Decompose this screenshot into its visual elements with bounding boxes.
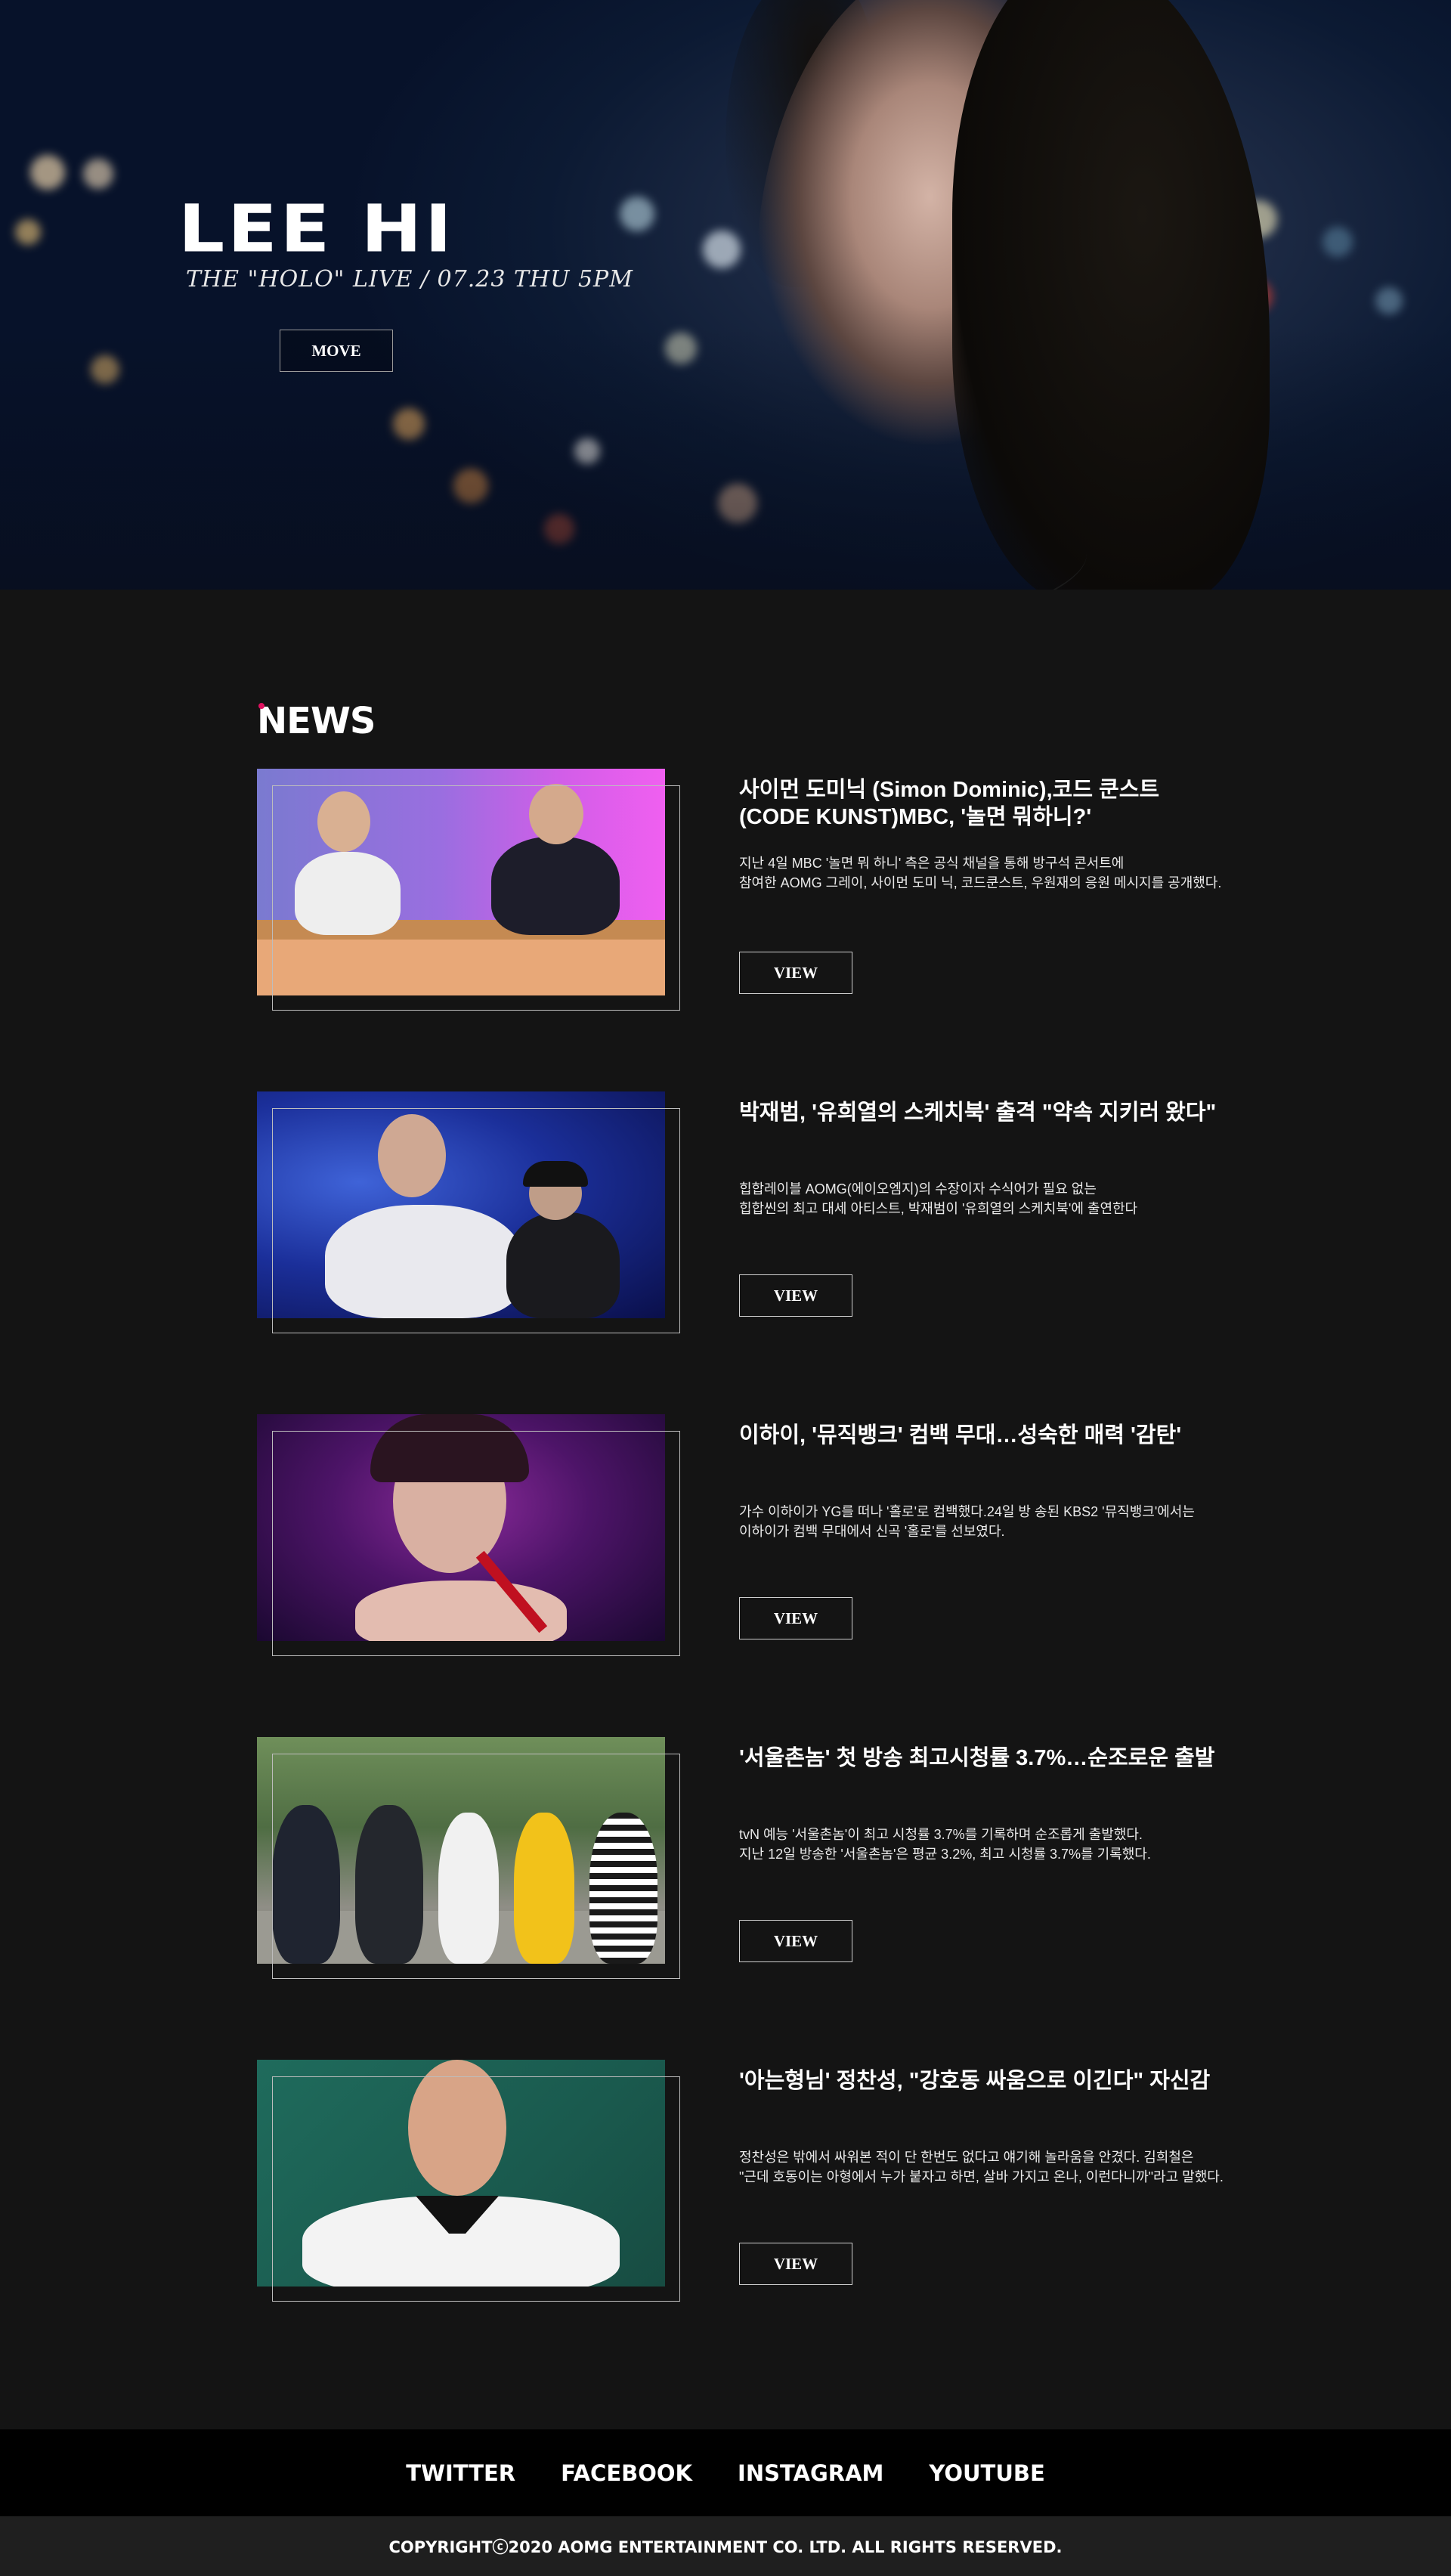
news-item-description: 정찬성은 밖에서 싸워본 적이 단 한번도 없다고 얘기해 놀라움을 안겼다. … — [739, 2147, 1268, 2187]
bokeh-light — [703, 231, 741, 268]
bokeh-light — [15, 219, 41, 245]
person-shape — [355, 1805, 423, 1964]
news-item: 사이먼 도미닉 (Simon Dominic),코드 쿤스트 (CODE KUN… — [257, 769, 1239, 1011]
news-item: '서울촌놈' 첫 방송 최고시청률 3.7%…순조로운 출발 tvN 예능 '서… — [257, 1737, 1239, 1979]
accent-dot — [258, 703, 265, 709]
copyright-text: COPYRIGHTⓒ2020 AOMG ENTERTAINMENT CO. LT… — [0, 2516, 1451, 2576]
person-shape — [295, 852, 401, 935]
description-line: 지난 4일 MBC '놀면 뭐 하니' 측은 공식 채널을 통해 방구석 콘서트… — [739, 856, 1125, 871]
description-line: 가수 이하이가 YG를 떠나 '홀로'로 컴백했다.24일 방 송된 KBS2 … — [739, 1504, 1195, 1519]
cap-shape — [523, 1161, 588, 1187]
news-thumbnail[interactable] — [257, 1737, 665, 1964]
footer-link-twitter[interactable]: TWITTER — [406, 2460, 515, 2486]
news-thumbnail[interactable] — [257, 2060, 665, 2287]
hair-shape — [370, 1414, 529, 1482]
view-button[interactable]: VIEW — [739, 1274, 852, 1317]
news-item-title[interactable]: 이하이, '뮤직뱅크' 컴백 무대…성숙한 매력 '감탄' — [739, 1422, 1223, 1449]
person-shape — [355, 1581, 567, 1641]
news-item: '아는형님' 정찬성, "강호동 싸움으로 이긴다" 자신감 정찬성은 밖에서 … — [257, 2060, 1239, 2302]
person-shape — [506, 1212, 620, 1318]
person-shape — [514, 1813, 574, 1964]
description-line: 참여한 AOMG 그레이, 사이먼 도미 닉, 코드쿤스트, 우원재의 응원 메… — [739, 875, 1222, 890]
bokeh-light — [30, 155, 65, 190]
footer-link-youtube[interactable]: YOUTUBE — [929, 2460, 1044, 2486]
hero-title: LEE HI — [178, 190, 455, 268]
news-thumbnail[interactable] — [257, 1414, 665, 1641]
hair-shape — [952, 0, 1270, 590]
person-shape — [491, 837, 620, 935]
hero-subtitle: THE "HOLO" LIVE / 07.23 THU 5PM — [186, 266, 633, 293]
person-head — [378, 1114, 446, 1197]
news-item-description: 지난 4일 MBC '놀면 뭐 하니' 측은 공식 채널을 통해 방구석 콘서트… — [739, 853, 1268, 893]
news-thumbnail[interactable] — [257, 1091, 665, 1318]
news-item-title[interactable]: '서울촌놈' 첫 방송 최고시청률 3.7%…순조로운 출발 — [739, 1745, 1223, 1772]
news-item-title[interactable]: '아는형님' 정찬성, "강호동 싸움으로 이긴다" 자신감 — [739, 2067, 1223, 2095]
person-head — [408, 2060, 506, 2196]
bokeh-light — [620, 197, 654, 231]
move-button[interactable]: MOVE — [280, 330, 393, 372]
description-line: 지난 12일 방송한 '서울촌놈'은 평균 3.2%, 최고 시청률 3.7%를… — [739, 1847, 1151, 1862]
news-item-title[interactable]: 박재범, '유희열의 스케치북' 출격 "약속 지키러 왔다" — [739, 1099, 1223, 1126]
person-shape — [272, 1805, 340, 1964]
news-item: 박재범, '유희열의 스케치북' 출격 "약속 지키러 왔다" 힙합레이블 AO… — [257, 1091, 1239, 1333]
footer-link-instagram[interactable]: INSTAGRAM — [738, 2460, 883, 2486]
person-shape — [589, 1813, 657, 1964]
bokeh-light — [1323, 227, 1353, 257]
view-button[interactable]: VIEW — [739, 1920, 852, 1962]
description-line: 정찬성은 밖에서 싸워본 적이 단 한번도 없다고 얘기해 놀라움을 안겼다. … — [739, 2150, 1194, 2165]
bokeh-light — [83, 159, 113, 189]
news-heading-text: NEWS — [257, 700, 376, 742]
person-head — [529, 784, 583, 844]
footer-link-facebook[interactable]: FACEBOOK — [561, 2460, 692, 2486]
view-button[interactable]: VIEW — [739, 1597, 852, 1639]
description-line: 힙합레이블 AOMG(에이오엠지)의 수장이자 수식어가 필요 없는 — [739, 1181, 1097, 1197]
description-line: tvN 예능 '서울촌놈'이 최고 시청률 3.7%를 기록하며 순조롭게 출발… — [739, 1827, 1143, 1842]
description-line: 이하이가 컴백 무대에서 신곡 '홀로'를 선보였다. — [739, 1524, 1005, 1539]
news-item-description: 힙합레이블 AOMG(에이오엠지)의 수장이자 수식어가 필요 없는힙합씬의 최… — [739, 1179, 1268, 1218]
view-button[interactable]: VIEW — [739, 952, 852, 994]
description-line: "근데 호동이는 아형에서 누가 붙자고 하면, 살바 가지고 온나, 이런다니… — [739, 2169, 1224, 2184]
news-item: 이하이, '뮤직뱅크' 컴백 무대…성숙한 매력 '감탄' 가수 이하이가 YG… — [257, 1414, 1239, 1656]
hero-banner: LEE HI THE "HOLO" LIVE / 07.23 THU 5PM M… — [0, 0, 1451, 590]
news-item-description: 가수 이하이가 YG를 떠나 '홀로'로 컴백했다.24일 방 송된 KBS2 … — [739, 1502, 1268, 1541]
description-line: 힙합씬의 최고 대세 아티스트, 박재범이 '유희열의 스케치북'에 출연한다 — [739, 1201, 1138, 1216]
news-item-description: tvN 예능 '서울촌놈'이 최고 시청률 3.7%를 기록하며 순조롭게 출발… — [739, 1825, 1268, 1864]
news-thumbnail[interactable] — [257, 769, 665, 995]
view-button[interactable]: VIEW — [739, 2243, 852, 2285]
person-shape — [325, 1205, 521, 1318]
footer-nav: TWITTER FACEBOOK INSTAGRAM YOUTUBE — [0, 2429, 1451, 2516]
person-shape — [438, 1813, 499, 1964]
person-head — [317, 791, 370, 852]
news-heading: NEWS — [257, 700, 376, 742]
bokeh-light — [1375, 287, 1403, 314]
news-item-title[interactable]: 사이먼 도미닉 (Simon Dominic),코드 쿤스트 (CODE KUN… — [739, 776, 1223, 831]
